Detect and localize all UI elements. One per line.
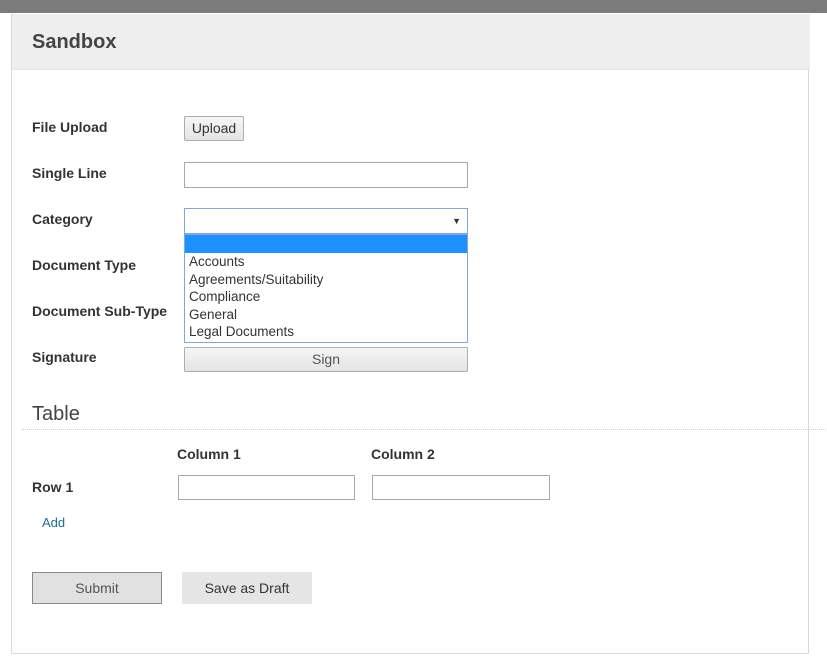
submit-button[interactable]: Submit [32,572,162,604]
top-bar [0,0,827,13]
sign-button[interactable]: Sign [184,347,468,372]
document-type-label: Document Type [32,257,136,273]
table-cell-input[interactable] [178,475,355,500]
add-row-link[interactable]: Add [42,515,65,530]
category-option-legal-documents[interactable]: Legal Documents [185,323,467,341]
signature-label: Signature [32,349,97,365]
page-title: Sandbox [32,31,117,53]
category-option-compliance[interactable]: Compliance [185,288,467,306]
single-line-label: Single Line [32,165,107,181]
table-row-label: Row 1 [32,479,74,495]
upload-button[interactable]: Upload [184,116,244,141]
file-upload-label: File Upload [32,119,108,135]
save-draft-button[interactable]: Save as Draft [182,572,312,604]
table-column-header: Column 1 [177,446,241,462]
card-header: Sandbox [12,14,810,70]
table-column-header: Column 2 [371,446,435,462]
category-dropdown-list: Accounts Agreements/Suitability Complian… [184,234,468,343]
category-select[interactable]: ▼ [184,208,468,234]
table-section-title: Table [32,403,80,425]
triangle-down-icon: ▼ [452,216,461,226]
category-option-general[interactable]: General [185,306,467,324]
category-option-blank[interactable] [185,235,467,253]
document-sub-type-label: Document Sub-Type [32,303,168,319]
single-line-input[interactable] [184,162,468,188]
category-option-accounts[interactable]: Accounts [185,253,467,271]
category-option-agreements[interactable]: Agreements/Suitability [185,271,467,289]
category-label: Category [32,211,93,227]
table-cell-input[interactable] [372,475,550,500]
section-divider [22,429,827,430]
